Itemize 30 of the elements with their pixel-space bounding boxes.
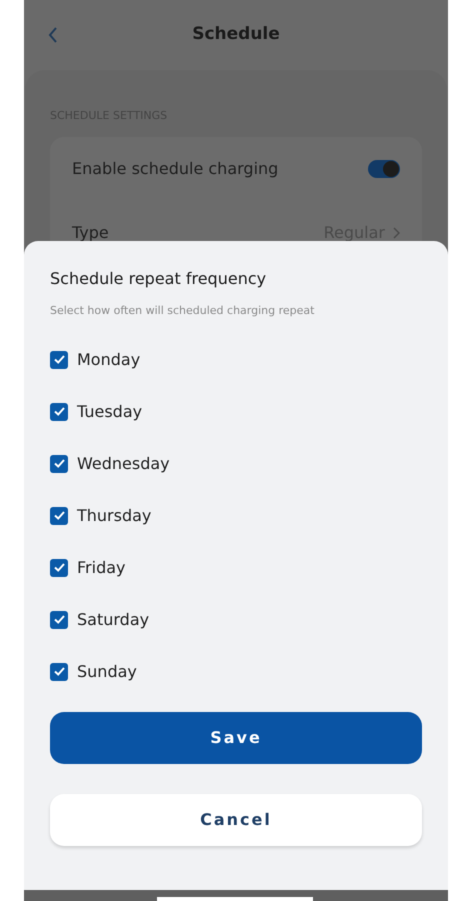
chevron-right-icon (393, 226, 400, 238)
checkbox[interactable] (50, 350, 68, 368)
checkmark-icon (52, 353, 66, 366)
checkbox[interactable] (50, 506, 68, 524)
checkbox[interactable] (50, 662, 68, 680)
checkmark-icon (52, 509, 66, 522)
day-label: Monday (77, 348, 140, 370)
checkbox[interactable] (50, 610, 68, 628)
day-label: Wednesday (77, 452, 170, 474)
day-label: Sunday (77, 660, 137, 682)
sheet-title: Schedule repeat frequency (50, 268, 268, 290)
checkbox[interactable] (50, 402, 68, 420)
checkmark-icon (52, 457, 66, 470)
checkbox[interactable] (50, 558, 68, 576)
sheet-subtitle: Select how often will scheduled charging repeat (50, 303, 316, 319)
setting-label: Type (72, 222, 109, 244)
day-label: Tuesday (77, 400, 142, 422)
checkmark-icon (52, 665, 66, 678)
checkmark-icon (52, 561, 66, 574)
save-button[interactable]: Save (50, 712, 422, 764)
checkmark-icon (52, 613, 66, 626)
setting-label: Enable schedule charging (72, 158, 278, 180)
checkbox[interactable] (50, 454, 68, 472)
toggle-switch[interactable] (368, 160, 400, 178)
day-label: Thursday (77, 504, 152, 526)
cancel-button[interactable]: Cancel (50, 794, 422, 846)
page-title: Schedule (192, 23, 280, 46)
checkmark-icon (52, 405, 66, 418)
day-label: Friday (77, 556, 126, 578)
day-label: Saturday (77, 608, 150, 630)
